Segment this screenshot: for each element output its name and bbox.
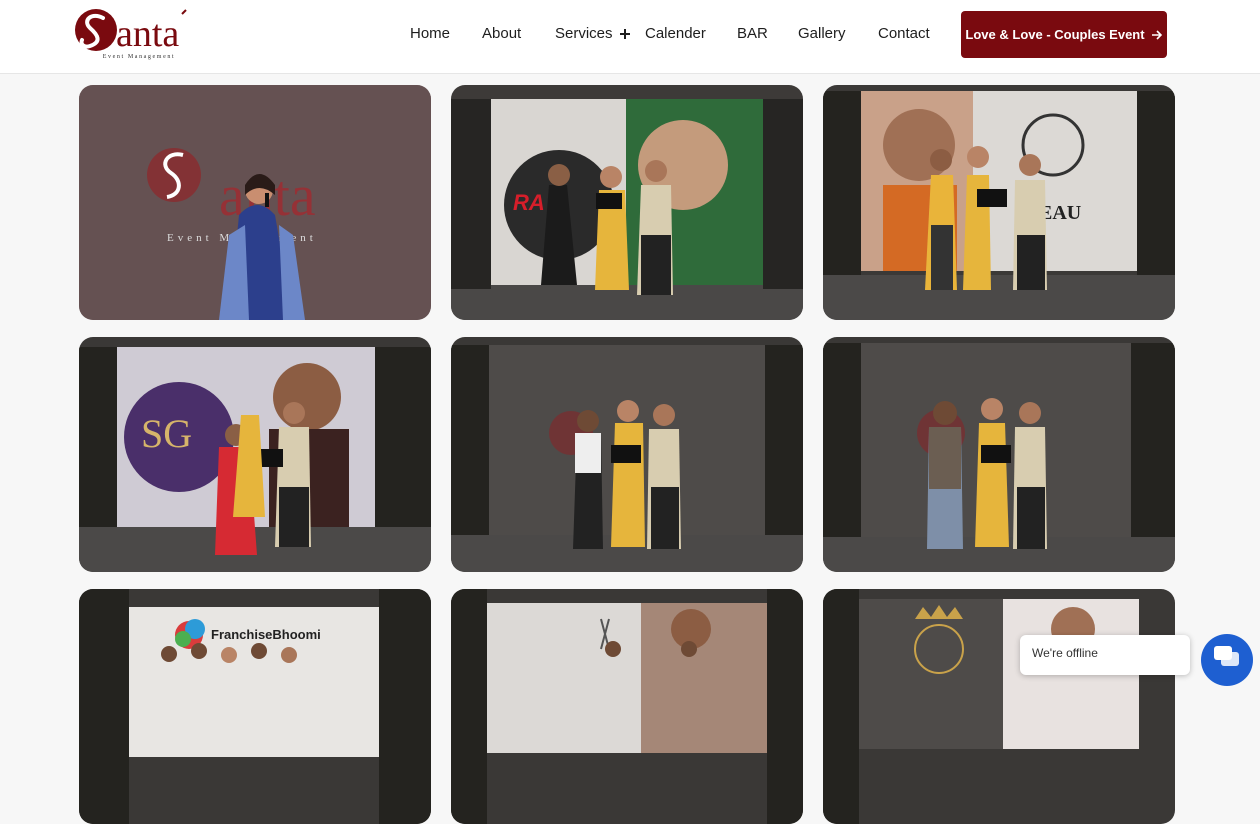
photo-award-sg-boutique-image: SG [79, 337, 431, 572]
nav-services-label: Services [555, 25, 613, 42]
photo-speaker-image: anta Event Management [79, 85, 431, 320]
gallery-photo[interactable] [823, 337, 1175, 572]
santa-logo[interactable]: anta Event Management [72, 8, 197, 64]
logo-tagline: Event Management [102, 54, 176, 60]
photo-backdrop-text: SG [141, 411, 192, 456]
photo-backdrop-text: RA [513, 190, 545, 215]
nav-gallery[interactable]: Gallery [798, 25, 846, 42]
photo-stage-crown-image [823, 589, 1175, 824]
photo-franchisebhoomi-image: FranchiseBhoomi [79, 589, 431, 824]
photo-award-rajma-image: RA [451, 85, 803, 320]
gallery-photo[interactable]: FranchiseBhoomi [79, 589, 431, 824]
gallery-photo[interactable] [823, 589, 1175, 824]
santa-logo-mark: anta [75, 9, 187, 55]
chat-status-text: We're offline [1032, 646, 1098, 660]
nav-bar[interactable]: BAR [737, 25, 768, 42]
photo-backdrop-text: FranchiseBhoomi [211, 627, 321, 642]
nav-services[interactable]: Services [555, 25, 630, 42]
gallery-photo[interactable]: anta Event Management [79, 85, 431, 320]
photo-stage-portrait-image [451, 589, 803, 824]
nav-contact[interactable]: Contact [878, 25, 930, 42]
gallery-photo[interactable]: SG [79, 337, 431, 572]
nav-home[interactable]: Home [410, 25, 450, 42]
arrow-right-icon [1151, 29, 1162, 40]
gallery-photo[interactable]: RA [451, 85, 803, 320]
photo-award-dark-stage-1-image [451, 337, 803, 572]
gallery-photo[interactable] [451, 589, 803, 824]
site-header: anta Event Management Home About Service… [0, 0, 1260, 74]
photo-award-bureau-image: EAU [823, 85, 1175, 320]
chat-launcher-button[interactable] [1201, 634, 1253, 686]
logo-text: anta [116, 13, 179, 55]
plus-icon [619, 29, 630, 39]
chat-icon [1214, 646, 1239, 666]
nav-about[interactable]: About [482, 25, 521, 42]
couples-event-label: Love & Love - Couples Event [965, 27, 1145, 42]
nav-calender[interactable]: Calender [645, 25, 706, 42]
gallery-photo[interactable]: EAU [823, 85, 1175, 320]
gallery-photo[interactable] [451, 337, 803, 572]
chat-status-bubble[interactable]: We're offline [1020, 635, 1190, 675]
couples-event-button[interactable]: Love & Love - Couples Event [961, 11, 1167, 58]
photo-award-dark-stage-2-image [823, 337, 1175, 572]
